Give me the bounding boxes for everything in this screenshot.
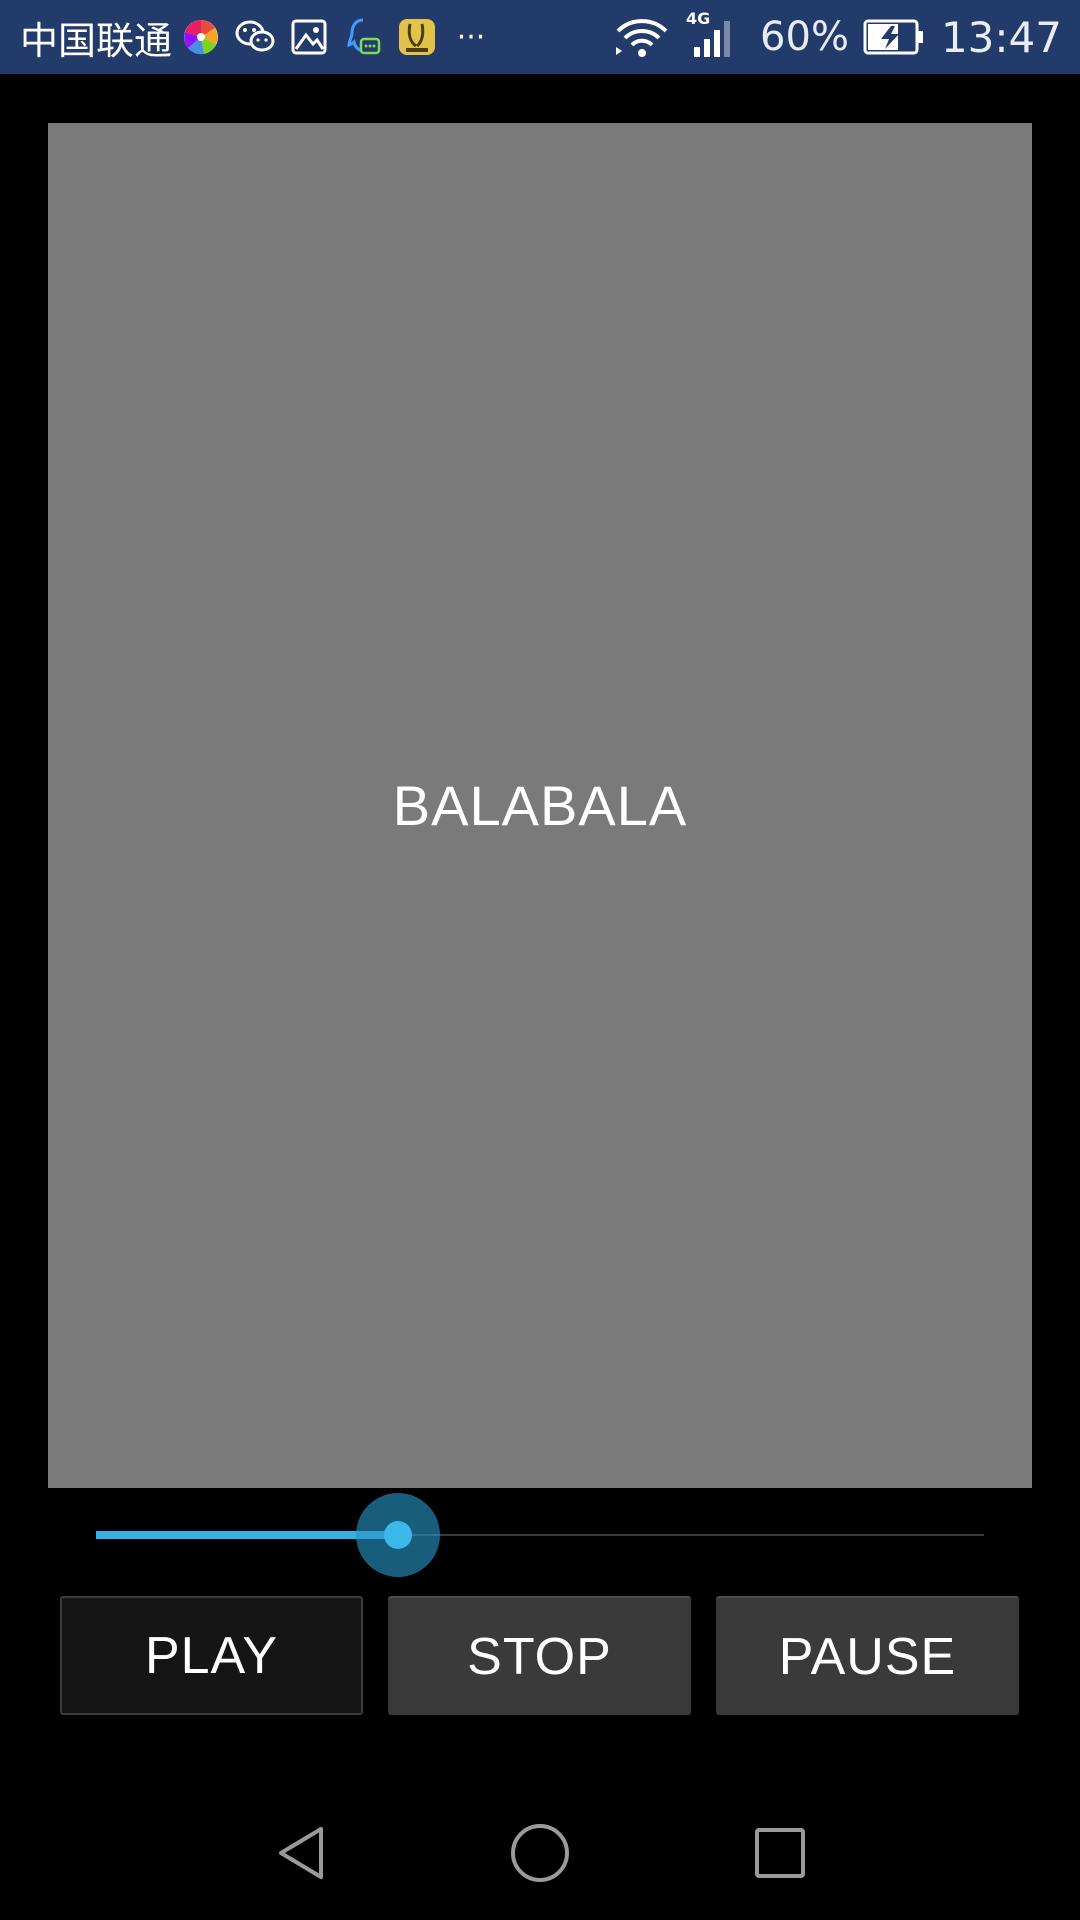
qq-icon bbox=[342, 16, 384, 58]
clock: 13:47 bbox=[940, 12, 1062, 62]
banana-touch-icon bbox=[396, 16, 438, 58]
image-icon bbox=[288, 16, 330, 58]
recents-icon[interactable] bbox=[745, 1818, 815, 1888]
notification-icons: ··· bbox=[180, 13, 504, 61]
more-dots-icon: ··· bbox=[456, 19, 486, 55]
status-bar: 中国联通 ··· 4G 60% 13:47 bbox=[0, 0, 1080, 74]
video-overlay-text: BALABALA bbox=[392, 774, 688, 837]
back-icon[interactable] bbox=[266, 1818, 336, 1888]
wechat-icon bbox=[234, 16, 276, 58]
status-right: 4G 60% 13:47 bbox=[600, 0, 1062, 74]
seekbar-progress bbox=[96, 1531, 398, 1539]
seekbar[interactable] bbox=[96, 1493, 984, 1577]
seekbar-thumb[interactable] bbox=[383, 1521, 412, 1549]
navigation-bar bbox=[0, 1774, 1080, 1920]
carrier-name: 中国联通 bbox=[20, 18, 173, 63]
battery-charging-icon bbox=[863, 18, 925, 56]
wifi-icon bbox=[614, 15, 670, 59]
video-surface[interactable]: BALABALA bbox=[48, 123, 1032, 1488]
pause-button[interactable]: PAUSE bbox=[716, 1596, 1019, 1715]
play-button[interactable]: PLAY bbox=[60, 1596, 363, 1715]
cell-signal-icon: 4G bbox=[684, 9, 734, 59]
battery-percent: 60% bbox=[760, 14, 849, 60]
network-type: 4G bbox=[686, 9, 711, 28]
app-pinwheel-icon bbox=[180, 16, 222, 58]
stop-button[interactable]: STOP bbox=[388, 1596, 691, 1715]
home-icon[interactable] bbox=[505, 1818, 575, 1888]
